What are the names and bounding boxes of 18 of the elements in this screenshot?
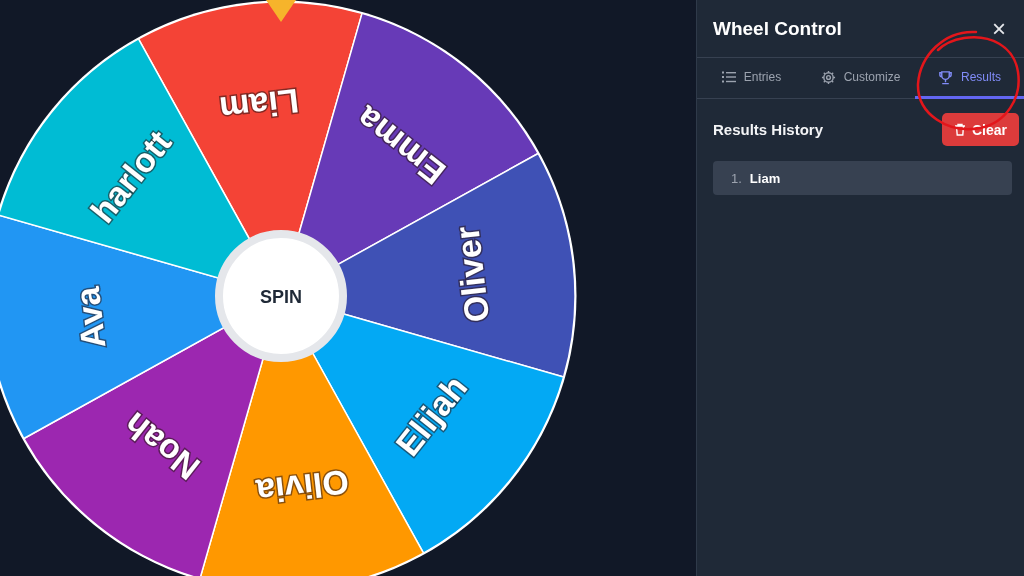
gear-icon — [820, 69, 836, 85]
result-name: Liam — [749, 170, 781, 186]
close-button[interactable]: × — [988, 16, 1010, 41]
spin-button[interactable]: SPIN — [215, 230, 347, 362]
result-number: 1. — [731, 170, 742, 186]
segment-label: Liam — [217, 81, 301, 129]
segment-label: Ava — [67, 285, 113, 351]
trophy-icon — [938, 69, 953, 85]
panel-title: Wheel Control — [713, 17, 842, 40]
section-title: Results History — [713, 121, 824, 138]
tab[interactable]: Customize — [806, 58, 915, 99]
list-icon — [721, 71, 736, 83]
segment-label: Oliver — [447, 224, 497, 325]
tab[interactable]: Results — [915, 58, 1024, 99]
tab[interactable]: Entries — [697, 58, 806, 99]
trash-icon — [953, 123, 966, 136]
segment-label: Olivia — [254, 462, 351, 511]
pointer-marker — [266, 0, 296, 22]
